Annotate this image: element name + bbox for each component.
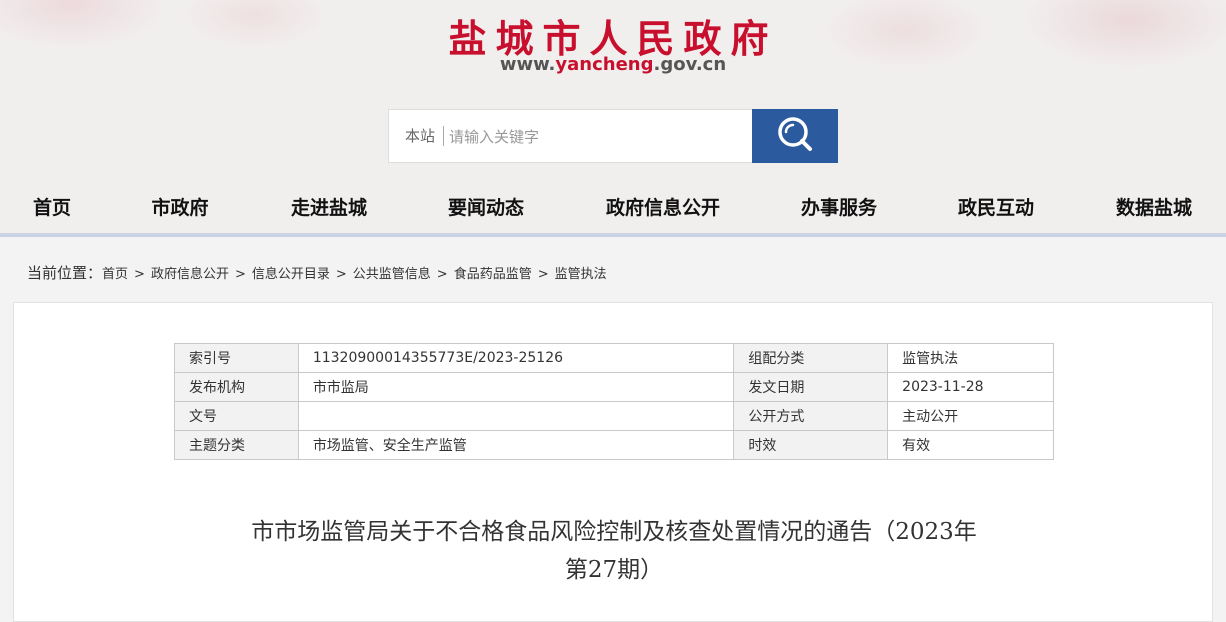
search-input[interactable] — [447, 122, 751, 152]
meta-value: 有效 — [887, 430, 1054, 460]
nav-divider — [0, 233, 1226, 237]
document-meta-table: 索引号 11320900014355773E/2023-25126 组配分类 监… — [174, 343, 1054, 460]
table-row: 文号 公开方式 主动公开 — [174, 401, 1054, 431]
breadcrumb-link[interactable]: 监管执法 — [555, 267, 607, 282]
breadcrumb-separator: > — [436, 267, 448, 282]
nav-item-info-disclosure[interactable]: 政府信息公开 — [606, 182, 720, 234]
meta-label: 组配分类 — [733, 343, 889, 373]
meta-value: 监管执法 — [887, 343, 1054, 373]
article-title-line: 市市场监管局关于不合格食品风险控制及核查处置情况的通告（2023年 — [251, 519, 977, 545]
meta-value — [297, 401, 735, 431]
nav-item-news[interactable]: 要闻动态 — [448, 182, 524, 234]
breadcrumb-separator: > — [537, 267, 549, 282]
breadcrumb-link[interactable]: 首页 — [102, 267, 128, 282]
meta-value: 市市监局 — [297, 372, 735, 402]
content-panel: 索引号 11320900014355773E/2023-25126 组配分类 监… — [13, 302, 1213, 622]
nav-item-city-government[interactable]: 市政府 — [151, 182, 208, 234]
site-header: 盐城市人民政府 www.yancheng.gov.cn 本站 首页 市政府 走进… — [0, 0, 1226, 236]
breadcrumb-link[interactable]: 食品药品监管 — [454, 267, 532, 282]
nav-item-services[interactable]: 办事服务 — [801, 182, 877, 234]
breadcrumb-separator: > — [234, 267, 246, 282]
meta-label: 文号 — [174, 401, 299, 431]
search-scope[interactable]: 本站 — [405, 126, 445, 146]
meta-label: 索引号 — [174, 343, 299, 373]
search-icon — [775, 114, 815, 158]
search-box: 本站 — [388, 109, 838, 163]
breadcrumb-lead: 当前位置： — [27, 264, 103, 282]
meta-value: 主动公开 — [887, 401, 1054, 431]
table-row: 发布机构 市市监局 发文日期 2023-11-28 — [174, 372, 1054, 402]
nav-item-home[interactable]: 首页 — [33, 182, 71, 234]
meta-value: 11320900014355773E/2023-25126 — [297, 343, 735, 373]
main-nav: 首页 市政府 走进盐城 要闻动态 政府信息公开 办事服务 政民互动 数据盐城 — [0, 182, 1226, 234]
meta-value: 2023-11-28 — [887, 372, 1054, 402]
breadcrumb: 当前位置：首页 > 政府信息公开 > 信息公开目录 > 公共监管信息 > 食品药品监管 > 监管执法 — [27, 262, 607, 283]
table-row: 索引号 11320900014355773E/2023-25126 组配分类 监… — [174, 343, 1054, 373]
table-row: 主题分类 市场监管、安全生产监管 时效 有效 — [174, 430, 1054, 460]
meta-label: 发文日期 — [733, 372, 889, 402]
breadcrumb-separator: > — [335, 267, 347, 282]
meta-label: 时效 — [733, 430, 889, 460]
meta-label: 主题分类 — [174, 430, 299, 460]
site-url-suffix: .gov.cn — [653, 54, 727, 75]
search-button[interactable] — [752, 109, 838, 163]
breadcrumb-link[interactable]: 公共监管信息 — [353, 267, 431, 282]
meta-value: 市场监管、安全生产监管 — [297, 430, 735, 460]
meta-label: 发布机构 — [174, 372, 299, 402]
breadcrumb-separator: > — [134, 267, 145, 282]
breadcrumb-link[interactable]: 信息公开目录 — [252, 267, 330, 282]
nav-item-interaction[interactable]: 政民互动 — [958, 182, 1034, 234]
nav-item-about-yancheng[interactable]: 走进盐城 — [291, 182, 367, 234]
nav-item-data-yancheng[interactable]: 数据盐城 — [1116, 182, 1192, 234]
site-url-domain: yancheng — [555, 54, 654, 75]
site-url: www.yancheng.gov.cn — [0, 54, 1226, 75]
breadcrumb-link[interactable]: 政府信息公开 — [151, 267, 229, 282]
article-title: 市市场监管局关于不合格食品风险控制及核查处置情况的通告（2023年 第27期） — [214, 513, 1014, 589]
meta-label: 公开方式 — [733, 401, 889, 431]
site-url-prefix: www. — [499, 54, 556, 75]
article-title-line: 第27期） — [564, 557, 664, 583]
